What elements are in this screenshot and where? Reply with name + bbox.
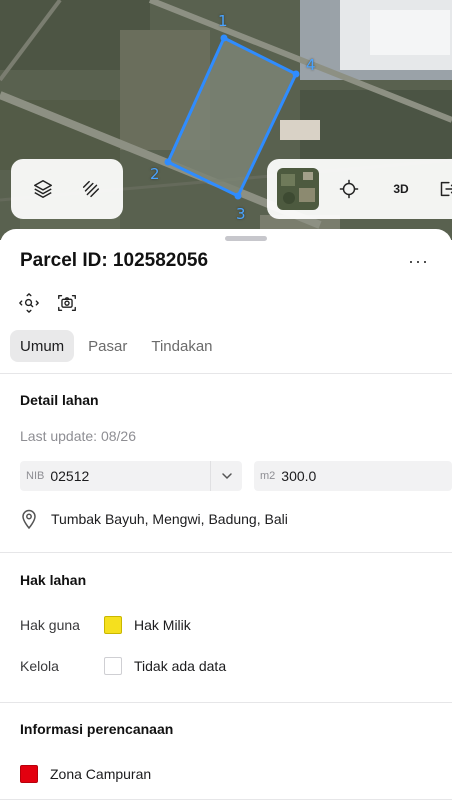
divider — [0, 799, 452, 800]
section-title-planning: Informasi perencanaan — [20, 721, 174, 737]
tab-tindakan[interactable]: Tindakan — [141, 330, 222, 362]
tab-umum[interactable]: Umum — [10, 330, 75, 362]
zoom-to-parcel-icon[interactable] — [17, 291, 41, 315]
nib-field[interactable]: NIB 02512 — [20, 461, 242, 491]
tab-bar: Umum Pasar Tindakan — [10, 330, 223, 362]
rights-value: Tidak ada data — [134, 658, 227, 674]
locate-icon[interactable] — [329, 169, 369, 209]
legend-swatch — [104, 616, 122, 634]
nib-label: NIB — [26, 470, 45, 482]
tab-pasar[interactable]: Pasar — [78, 330, 137, 362]
area-value: 300.0 — [281, 468, 317, 484]
section-title-rights: Hak lahan — [20, 572, 87, 588]
divider — [0, 552, 452, 553]
draw-icon[interactable] — [71, 169, 111, 209]
last-update-text: Last update: 08/26 — [20, 428, 136, 444]
area-unit-label: m2 — [260, 470, 276, 482]
zone-text: Zona Campuran — [50, 766, 152, 782]
location-row: Tumbak Bayuh, Mengwi, Badung, Bali — [20, 509, 288, 529]
export-icon[interactable] — [427, 169, 452, 209]
sheet-grabber[interactable] — [225, 236, 267, 241]
parcel-detail-sheet: Parcel ID: 102582056 ··· Umum Pasar Tind… — [0, 229, 452, 804]
map-view[interactable]: 1 4 2 3 3D — [0, 0, 452, 240]
divider — [0, 702, 452, 703]
parcel-corner-label: 4 — [306, 56, 316, 74]
more-options-icon[interactable]: ··· — [408, 251, 429, 272]
divider — [0, 373, 452, 374]
area-field[interactable]: m2 300.0 — [254, 461, 452, 491]
legend-swatch — [104, 657, 122, 675]
zone-row: Zona Campuran — [20, 765, 151, 783]
map-tools-left — [11, 159, 123, 219]
screenshot-icon[interactable] — [55, 291, 79, 315]
parcel-corner-label: 1 — [218, 12, 228, 30]
rights-value: Hak Milik — [134, 617, 191, 633]
3d-view-button[interactable]: 3D — [375, 182, 427, 196]
rights-label: Hak guna — [20, 617, 80, 633]
rights-row-kelola: Kelola Tidak ada data — [20, 657, 226, 675]
satellite-thumbnail[interactable] — [277, 168, 319, 210]
parcel-tools — [17, 291, 79, 315]
nib-value: 02512 — [50, 468, 90, 484]
location-text: Tumbak Bayuh, Mengwi, Badung, Bali — [51, 511, 288, 527]
page-title: Parcel ID: 102582056 — [20, 250, 209, 271]
layers-icon[interactable] — [23, 169, 63, 209]
parcel-corner-label: 2 — [150, 165, 160, 183]
section-title-detail: Detail lahan — [20, 392, 99, 408]
map-tools-right: 3D — [267, 159, 452, 219]
zone-color-swatch — [20, 765, 38, 783]
chevron-down-icon[interactable] — [210, 461, 242, 491]
rights-row-hak-guna: Hak guna Hak Milik — [20, 616, 191, 634]
location-pin-icon — [20, 509, 42, 529]
parcel-corner-label: 3 — [236, 205, 246, 223]
rights-label: Kelola — [20, 658, 59, 674]
